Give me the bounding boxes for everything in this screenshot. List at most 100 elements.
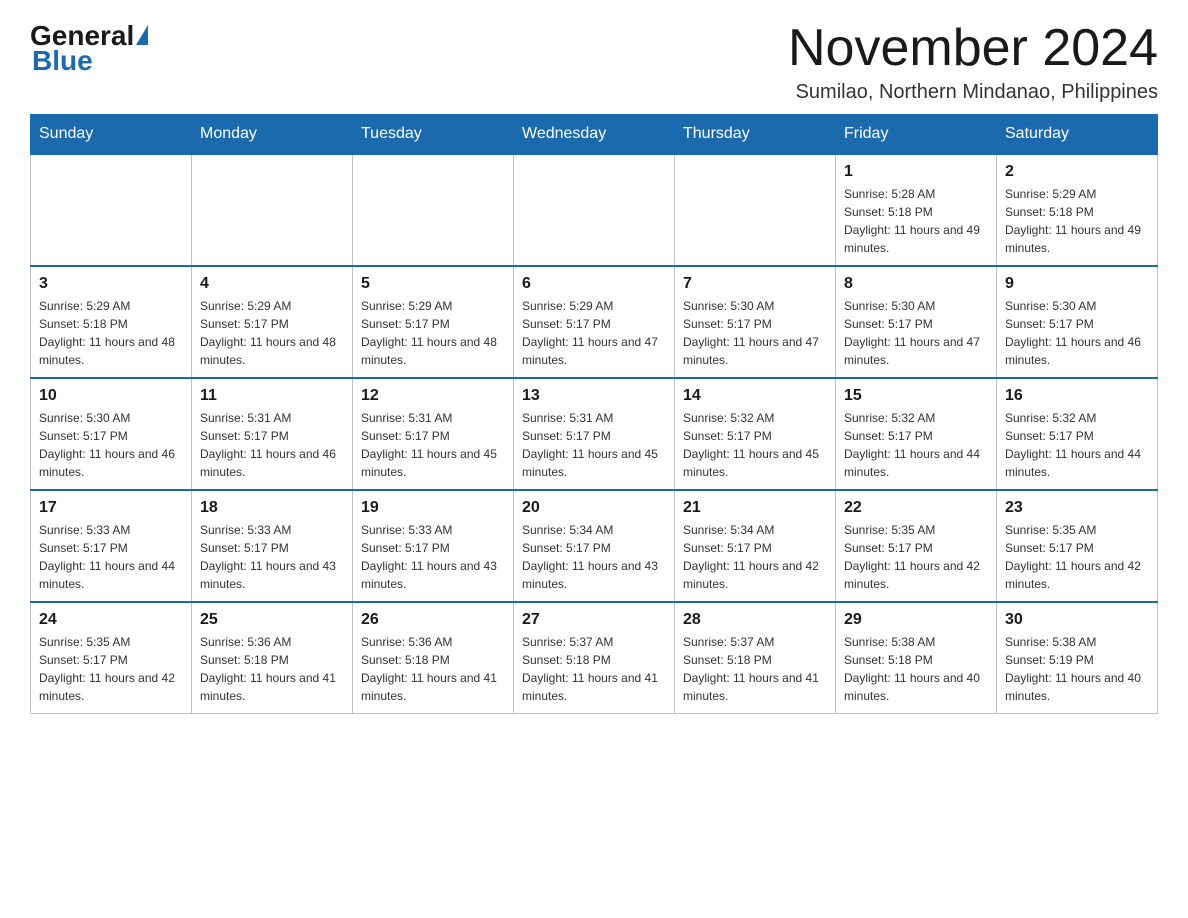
table-row: 20 Sunrise: 5:34 AMSunset: 5:17 PMDayligh…	[514, 490, 675, 602]
day-number: 6	[522, 275, 666, 293]
day-info: Sunrise: 5:29 AMSunset: 5:17 PMDaylight:…	[200, 297, 344, 369]
day-info: Sunrise: 5:32 AMSunset: 5:17 PMDaylight:…	[1005, 409, 1149, 481]
table-row: 29Sunrise: 5:38 AMSunset: 5:18 PMDayligh…	[836, 602, 997, 714]
day-number: 10	[39, 387, 183, 405]
table-row	[31, 154, 192, 266]
day-info: Sunrise: 5:30 AMSunset: 5:17 PMDaylight:…	[39, 409, 183, 481]
day-number: 8	[844, 275, 988, 293]
day-info: Sunrise: 5:36 AMSunset: 5:18 PMDaylight:…	[361, 633, 505, 705]
day-number: 30	[1005, 611, 1149, 629]
col-wednesday: Wednesday	[514, 115, 675, 155]
table-row: 2 Sunrise: 5:29 AMSunset: 5:18 PMDaylight…	[997, 154, 1158, 266]
calendar-table: Sunday Monday Tuesday Wednesday Thursday…	[30, 114, 1158, 714]
day-info: Sunrise: 5:30 AMSunset: 5:17 PMDaylight:…	[683, 297, 827, 369]
table-row: 10 Sunrise: 5:30 AMSunset: 5:17 PMDayligh…	[31, 378, 192, 490]
day-number: 14	[683, 387, 827, 405]
day-info: Sunrise: 5:37 AMSunset: 5:18 PMDaylight:…	[683, 633, 827, 705]
day-number: 5	[361, 275, 505, 293]
table-row: 8 Sunrise: 5:30 AMSunset: 5:17 PMDaylight…	[836, 266, 997, 378]
day-number: 9	[1005, 275, 1149, 293]
day-info: Sunrise: 5:35 AMSunset: 5:17 PMDaylight:…	[39, 633, 183, 705]
day-info: Sunrise: 5:34 AMSunset: 5:17 PMDaylight:…	[683, 521, 827, 593]
logo-blue-text: Blue	[30, 45, 148, 77]
day-number: 1	[844, 163, 988, 181]
calendar-week-row: 10 Sunrise: 5:30 AMSunset: 5:17 PMDayligh…	[31, 378, 1158, 490]
day-number: 19	[361, 499, 505, 517]
calendar-week-row: 1 Sunrise: 5:28 AMSunset: 5:18 PMDaylight…	[31, 154, 1158, 266]
col-monday: Monday	[192, 115, 353, 155]
day-number: 27	[522, 611, 666, 629]
day-number: 17	[39, 499, 183, 517]
col-tuesday: Tuesday	[353, 115, 514, 155]
calendar-header-row: Sunday Monday Tuesday Wednesday Thursday…	[31, 115, 1158, 155]
table-row: 6 Sunrise: 5:29 AMSunset: 5:17 PMDaylight…	[514, 266, 675, 378]
table-row: 4 Sunrise: 5:29 AMSunset: 5:17 PMDaylight…	[192, 266, 353, 378]
title-section: November 2024 Sumilao, Northern Mindanao…	[788, 20, 1158, 104]
day-number: 26	[361, 611, 505, 629]
day-info: Sunrise: 5:32 AMSunset: 5:17 PMDaylight:…	[683, 409, 827, 481]
col-thursday: Thursday	[675, 115, 836, 155]
col-friday: Friday	[836, 115, 997, 155]
day-info: Sunrise: 5:29 AMSunset: 5:17 PMDaylight:…	[361, 297, 505, 369]
calendar-week-row: 3 Sunrise: 5:29 AMSunset: 5:18 PMDaylight…	[31, 266, 1158, 378]
month-title: November 2024	[788, 20, 1158, 77]
day-number: 24	[39, 611, 183, 629]
day-number: 13	[522, 387, 666, 405]
table-row: 19 Sunrise: 5:33 AMSunset: 5:17 PMDayligh…	[353, 490, 514, 602]
day-info: Sunrise: 5:31 AMSunset: 5:17 PMDaylight:…	[200, 409, 344, 481]
day-info: Sunrise: 5:28 AMSunset: 5:18 PMDaylight:…	[844, 185, 988, 257]
day-info: Sunrise: 5:38 AMSunset: 5:19 PMDaylight:…	[1005, 633, 1149, 705]
day-number: 29	[844, 611, 988, 629]
day-info: Sunrise: 5:33 AMSunset: 5:17 PMDaylight:…	[39, 521, 183, 593]
table-row: 17 Sunrise: 5:33 AMSunset: 5:17 PMDayligh…	[31, 490, 192, 602]
day-info: Sunrise: 5:33 AMSunset: 5:17 PMDaylight:…	[361, 521, 505, 593]
day-number: 15	[844, 387, 988, 405]
day-info: Sunrise: 5:37 AMSunset: 5:18 PMDaylight:…	[522, 633, 666, 705]
day-number: 4	[200, 275, 344, 293]
table-row: 26 Sunrise: 5:36 AMSunset: 5:18 PMDayligh…	[353, 602, 514, 714]
day-info: Sunrise: 5:29 AMSunset: 5:18 PMDaylight:…	[39, 297, 183, 369]
table-row: 23 Sunrise: 5:35 AMSunset: 5:17 PMDayligh…	[997, 490, 1158, 602]
day-number: 25	[200, 611, 344, 629]
day-info: Sunrise: 5:35 AMSunset: 5:17 PMDaylight:…	[844, 521, 988, 593]
table-row: 22Sunrise: 5:35 AMSunset: 5:17 PMDayligh…	[836, 490, 997, 602]
logo: General Blue	[30, 20, 148, 77]
day-number: 12	[361, 387, 505, 405]
table-row: 28Sunrise: 5:37 AMSunset: 5:18 PMDayligh…	[675, 602, 836, 714]
table-row: 13 Sunrise: 5:31 AMSunset: 5:17 PMDayligh…	[514, 378, 675, 490]
day-number: 23	[1005, 499, 1149, 517]
logo-triangle-icon	[136, 25, 148, 45]
day-info: Sunrise: 5:34 AMSunset: 5:17 PMDaylight:…	[522, 521, 666, 593]
location-subtitle: Sumilao, Northern Mindanao, Philippines	[788, 81, 1158, 104]
table-row: 21 Sunrise: 5:34 AMSunset: 5:17 PMDayligh…	[675, 490, 836, 602]
table-row: 25 Sunrise: 5:36 AMSunset: 5:18 PMDayligh…	[192, 602, 353, 714]
table-row: 30 Sunrise: 5:38 AMSunset: 5:19 PMDayligh…	[997, 602, 1158, 714]
table-row	[192, 154, 353, 266]
day-info: Sunrise: 5:31 AMSunset: 5:17 PMDaylight:…	[522, 409, 666, 481]
day-info: Sunrise: 5:36 AMSunset: 5:18 PMDaylight:…	[200, 633, 344, 705]
day-number: 21	[683, 499, 827, 517]
col-sunday: Sunday	[31, 115, 192, 155]
day-number: 20	[522, 499, 666, 517]
day-number: 16	[1005, 387, 1149, 405]
day-number: 2	[1005, 163, 1149, 181]
day-number: 7	[683, 275, 827, 293]
day-info: Sunrise: 5:29 AMSunset: 5:18 PMDaylight:…	[1005, 185, 1149, 257]
table-row	[514, 154, 675, 266]
day-info: Sunrise: 5:29 AMSunset: 5:17 PMDaylight:…	[522, 297, 666, 369]
table-row	[675, 154, 836, 266]
day-info: Sunrise: 5:30 AMSunset: 5:17 PMDaylight:…	[1005, 297, 1149, 369]
day-number: 18	[200, 499, 344, 517]
page-header: General Blue November 2024 Sumilao, Nort…	[30, 20, 1158, 104]
day-info: Sunrise: 5:35 AMSunset: 5:17 PMDaylight:…	[1005, 521, 1149, 593]
day-info: Sunrise: 5:30 AMSunset: 5:17 PMDaylight:…	[844, 297, 988, 369]
table-row: 14 Sunrise: 5:32 AMSunset: 5:17 PMDayligh…	[675, 378, 836, 490]
day-number: 3	[39, 275, 183, 293]
table-row: 9 Sunrise: 5:30 AMSunset: 5:17 PMDaylight…	[997, 266, 1158, 378]
col-saturday: Saturday	[997, 115, 1158, 155]
table-row: 1 Sunrise: 5:28 AMSunset: 5:18 PMDaylight…	[836, 154, 997, 266]
table-row: 7 Sunrise: 5:30 AMSunset: 5:17 PMDaylight…	[675, 266, 836, 378]
day-number: 11	[200, 387, 344, 405]
table-row: 11 Sunrise: 5:31 AMSunset: 5:17 PMDayligh…	[192, 378, 353, 490]
table-row: 16 Sunrise: 5:32 AMSunset: 5:17 PMDayligh…	[997, 378, 1158, 490]
